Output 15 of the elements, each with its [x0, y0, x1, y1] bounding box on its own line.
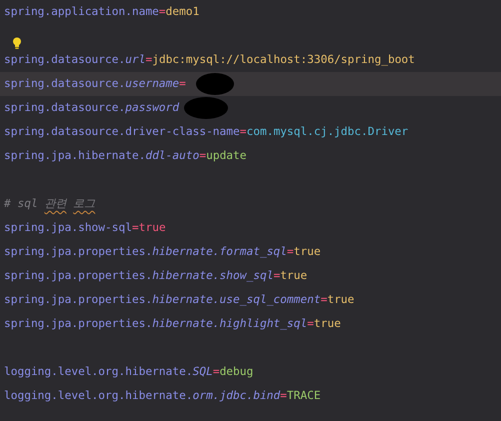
lightbulb-icon[interactable] [12, 37, 22, 50]
code-line: logging.level.org.hibernate.orm.jdbc.bind=TRACE [4, 388, 321, 404]
code-line: spring.jpa.properties.hibernate.use_sql_comment=true [4, 292, 354, 308]
code-line: spring.jpa.properties.hibernate.show_sql=true [4, 268, 308, 284]
code-line: spring.jpa.properties.hibernate.format_sql=true [4, 244, 321, 260]
code-line: spring.jpa.properties.hibernate.highlight_sql=true [4, 316, 341, 332]
code-line: spring.datasource.password [4, 100, 180, 116]
code-line: spring.jpa.show-sql=true [4, 220, 166, 236]
code-line: logging.level.org.hibernate.SQL=debug [4, 364, 254, 380]
code-line: spring.datasource.username= [4, 76, 186, 92]
code-line: spring.jpa.hibernate.ddl-auto=update [4, 148, 247, 164]
code-line: spring.datasource.driver-class-name=com.mysql.cj.jdbc.Driver [4, 124, 408, 140]
code-line: spring.datasource.url=jdbc:mysql://localhost:3306/spring_boot [4, 52, 415, 68]
code-line: spring.application.name=demo1 [4, 4, 200, 20]
comment-line: # sql 관련 로그 [4, 196, 96, 212]
